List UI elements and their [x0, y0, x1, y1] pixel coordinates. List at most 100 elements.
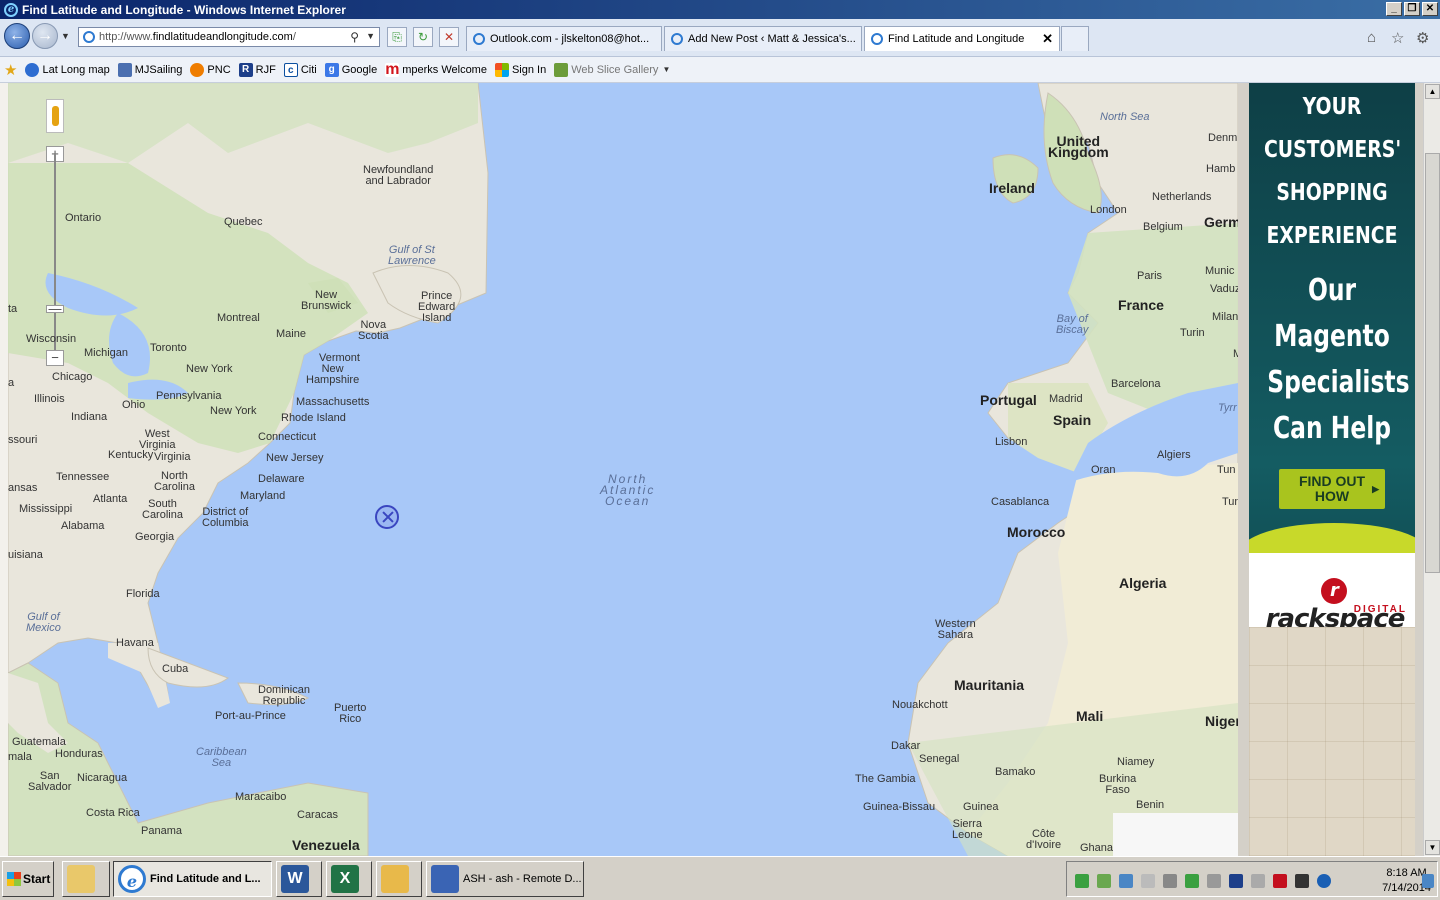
- tab-close-icon[interactable]: ✕: [1042, 31, 1053, 47]
- map-label: a: [8, 377, 15, 389]
- map-label: Algiers: [1157, 449, 1191, 461]
- fav-google[interactable]: g Google: [324, 62, 377, 77]
- fav-rjf[interactable]: R RJF: [238, 62, 276, 77]
- zoom-slider[interactable]: [54, 153, 56, 353]
- ad-cta-label: FIND OUT HOW: [1298, 473, 1366, 504]
- tray-icon[interactable]: [1229, 874, 1243, 888]
- tray-icon[interactable]: [1119, 874, 1133, 888]
- map-label: Guatemala: [12, 736, 66, 748]
- fav-mjsailing[interactable]: MJSailing: [117, 62, 182, 77]
- address-dropdown-icon[interactable]: ▼: [366, 31, 375, 41]
- search-icon[interactable]: ⚲: [350, 30, 359, 44]
- map-label: Oran: [1091, 464, 1116, 476]
- network-signal-icon[interactable]: [1207, 874, 1221, 888]
- map-label: Maracaibo: [235, 791, 287, 803]
- map-label: Virginia: [154, 451, 191, 463]
- taskbar-word[interactable]: W: [276, 861, 322, 897]
- tray-icon[interactable]: [1163, 874, 1177, 888]
- map-canvas[interactable]: + — − Newfoundland and LabradorOntarioQu…: [8, 83, 1238, 856]
- forward-button[interactable]: →: [32, 23, 58, 49]
- map-label: Morocco: [1007, 524, 1066, 540]
- favorites-star-icon[interactable]: ☆: [1391, 29, 1404, 47]
- map-label: Germ: [1204, 214, 1238, 230]
- taskbar-remote-desktop[interactable]: ASH - ash - Remote D...: [426, 861, 584, 897]
- tools-gear-icon[interactable]: ⚙: [1416, 29, 1429, 47]
- map-label: mala: [8, 751, 32, 763]
- start-button[interactable]: Start: [2, 861, 54, 897]
- taskbar-explorer[interactable]: [62, 861, 110, 897]
- ad-subline: Magento: [1274, 319, 1390, 354]
- address-bar[interactable]: http://www. findlatitudeandlongitude.com /…: [78, 27, 380, 47]
- taskbar-outlook[interactable]: [376, 861, 422, 897]
- taskbar-excel[interactable]: X: [326, 861, 372, 897]
- map-label: Massachusetts: [296, 396, 370, 408]
- map-label: Lisbon: [995, 436, 1028, 448]
- tray-icon[interactable]: [1273, 874, 1287, 888]
- advertisement-banner[interactable]: YOUR CUSTOMERS' SHOPPING EXPERIENCE Our …: [1249, 83, 1415, 627]
- windows-flag-icon: [7, 872, 21, 886]
- tab-find-latitude[interactable]: Find Latitude and Longitude ✕: [864, 26, 1060, 51]
- taskbar-ie-window[interactable]: e Find Latitude and L...: [113, 861, 272, 897]
- stop-icon[interactable]: ✕: [439, 27, 459, 47]
- map-label: Guinea: [963, 801, 999, 813]
- home-icon[interactable]: ⌂: [1367, 29, 1376, 46]
- minimize-button[interactable]: _: [1386, 2, 1402, 16]
- tray-icon[interactable]: [1295, 874, 1309, 888]
- close-button[interactable]: ✕: [1422, 2, 1438, 16]
- map-label: Milan: [1212, 311, 1238, 323]
- ad-headline-line: EXPERIENCE: [1266, 223, 1398, 249]
- tray-icon[interactable]: [1097, 874, 1111, 888]
- page-gutter: [0, 83, 8, 856]
- map-label: Cuba: [162, 663, 189, 675]
- favorites-add-icon[interactable]: ★: [4, 61, 17, 79]
- ad-find-out-how-button[interactable]: FIND OUT HOW ▶: [1279, 469, 1385, 509]
- tab-ie-icon: [473, 33, 485, 45]
- navigation-bar: ← → ▼ http://www. findlatitudeandlongitud…: [0, 19, 1440, 57]
- restore-button[interactable]: ❐: [1404, 2, 1420, 16]
- map-label: Atlanta: [93, 493, 128, 505]
- map-label: North Atlantic Ocean: [600, 472, 656, 508]
- history-dropdown-icon[interactable]: ▼: [61, 31, 70, 41]
- tray-icon[interactable]: [1185, 874, 1199, 888]
- map-label: ta: [8, 303, 18, 315]
- new-tab-button[interactable]: [1061, 26, 1089, 51]
- show-desktop-icon[interactable]: [1422, 874, 1434, 888]
- compatibility-view-icon[interactable]: ⎘: [387, 27, 407, 47]
- flag-icon[interactable]: [1141, 874, 1155, 888]
- scroll-thumb[interactable]: [1425, 153, 1440, 573]
- map-label: South Carolina: [142, 498, 183, 521]
- zoom-out-button[interactable]: −: [46, 350, 64, 366]
- google-icon: g: [324, 62, 339, 77]
- map-label: Maine: [276, 328, 306, 340]
- map-label: Denm: [1208, 132, 1238, 144]
- scroll-up-icon[interactable]: ▲: [1425, 84, 1440, 99]
- window-controls: _ ❐ ✕: [1386, 2, 1438, 16]
- vertical-scrollbar[interactable]: ▲ ▼: [1423, 83, 1440, 856]
- bluetooth-icon[interactable]: [1317, 874, 1331, 888]
- tab-add-new-post[interactable]: Add New Post ‹ Matt & Jessica's...: [664, 26, 862, 51]
- fav-label: RJF: [255, 63, 276, 76]
- tray-icon[interactable]: [1075, 874, 1089, 888]
- fav-web-slice-gallery[interactable]: Web Slice Gallery ▼: [554, 62, 670, 77]
- location-marker-icon[interactable]: [375, 505, 399, 529]
- zoom-slider-handle[interactable]: —: [46, 302, 64, 315]
- scroll-down-icon[interactable]: ▼: [1425, 840, 1440, 855]
- fav-pnc[interactable]: PNC: [190, 62, 231, 77]
- fav-lat-long-map[interactable]: Lat Long map: [25, 62, 110, 77]
- fav-mperks[interactable]: m mperks Welcome: [385, 61, 487, 77]
- remote-desktop-icon: [431, 865, 459, 893]
- volume-icon[interactable]: [1251, 874, 1265, 888]
- map-label: Caribbean Sea: [196, 746, 247, 769]
- map-label: New Jersey: [266, 452, 324, 464]
- map-label: Burkina Faso: [1099, 773, 1137, 796]
- map-label: Niger: [1205, 713, 1238, 729]
- map-label: New York: [210, 405, 257, 417]
- fav-citi[interactable]: c Citi: [283, 62, 317, 77]
- map-label: Venezuela: [292, 837, 360, 853]
- refresh-icon[interactable]: ↻: [413, 27, 433, 47]
- street-view-pegman-icon[interactable]: [46, 99, 64, 133]
- tab-outlook[interactable]: Outlook.com - jlskelton08@hot...: [466, 26, 662, 51]
- map-label: New York: [186, 363, 233, 375]
- back-button[interactable]: ←: [4, 23, 30, 49]
- fav-sign-in[interactable]: Sign In: [494, 62, 546, 77]
